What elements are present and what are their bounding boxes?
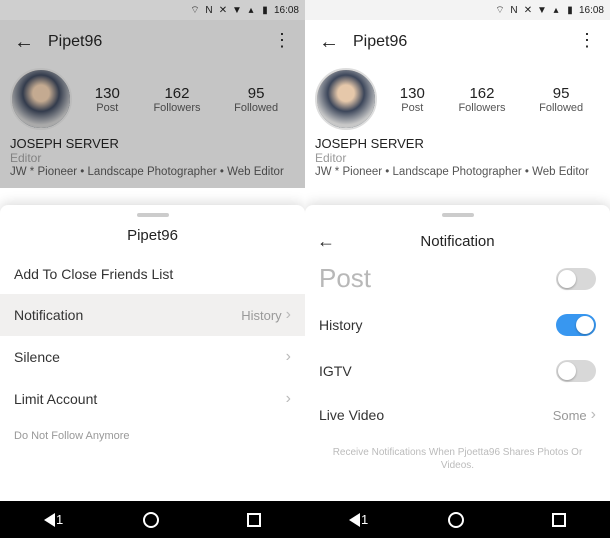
bio-text: JW * Pioneer • Landscape Photographer • … xyxy=(10,165,295,180)
row-silence[interactable]: Silence › xyxy=(0,336,305,378)
sheet-title: Pipet96 xyxy=(0,223,305,254)
avatar[interactable] xyxy=(315,68,377,130)
chevron-right-icon: › xyxy=(286,348,291,366)
bio: JOSEPH SERVER Editor JW * Pioneer • Land… xyxy=(0,136,305,188)
row-history[interactable]: History xyxy=(305,302,610,348)
sheet-handle[interactable] xyxy=(137,213,169,217)
battery-icon: ▮ xyxy=(260,5,270,15)
toggle-igtv[interactable] xyxy=(556,360,596,382)
toggle-post[interactable] xyxy=(556,268,596,290)
back-icon[interactable]: ← xyxy=(315,27,343,58)
nav-home-button[interactable] xyxy=(448,512,464,528)
row-post-label: Post xyxy=(319,263,371,294)
chevron-right-icon: › xyxy=(286,306,291,324)
wifi-icon: ▼ xyxy=(232,5,242,15)
signal-icon: ▴ xyxy=(551,5,561,15)
toggle-history[interactable] xyxy=(556,314,596,336)
sheet-back-icon[interactable]: ← xyxy=(317,231,335,252)
chevron-right-icon: › xyxy=(591,406,596,424)
mute-icon: ✕ xyxy=(218,5,228,15)
display-name: JOSEPH SERVER xyxy=(10,136,295,151)
avatar[interactable] xyxy=(10,68,72,130)
signal-icon: ▴ xyxy=(246,5,256,15)
header-username: Pipet96 xyxy=(48,33,102,51)
status-bar: ⌔ N ✕ ▼ ▴ ▮ 16:08 xyxy=(305,0,610,20)
row-igtv[interactable]: IGTV xyxy=(305,348,610,394)
battery-icon: ▮ xyxy=(565,5,575,15)
wifi-icon: ▼ xyxy=(537,5,547,15)
stat-following[interactable]: 95 Followed xyxy=(539,85,583,114)
notification-sheet: ← Notification Post History IGTV Live Vi… xyxy=(305,205,610,501)
sheet-title: Notification xyxy=(420,233,494,250)
nav-recents-button[interactable] xyxy=(247,513,261,527)
stat-followers[interactable]: 162 Followers xyxy=(153,85,200,114)
row-limit-account[interactable]: Limit Account › xyxy=(0,378,305,420)
mute-icon: ✕ xyxy=(523,5,533,15)
clock: 16:08 xyxy=(579,5,604,16)
nav-home-button[interactable] xyxy=(143,512,159,528)
header-username: Pipet96 xyxy=(353,33,407,51)
back-icon[interactable]: ← xyxy=(10,27,38,58)
row-close-friends[interactable]: Add To Close Friends List xyxy=(0,254,305,294)
kebab-menu-icon[interactable]: ⋮ xyxy=(578,30,596,51)
sheet-footer-note: Receive Notifications When Pjoetta96 Sha… xyxy=(305,436,610,486)
role-label: Editor xyxy=(315,151,600,165)
kebab-menu-icon[interactable]: ⋮ xyxy=(273,30,291,51)
status-bar: ⌔ N ✕ ▼ ▴ ▮ 16:08 xyxy=(0,0,305,20)
stat-followers[interactable]: 162 Followers xyxy=(458,85,505,114)
sheet-handle[interactable] xyxy=(442,213,474,217)
role-label: Editor xyxy=(10,151,295,165)
chevron-right-icon: › xyxy=(286,390,291,408)
nav-back-button[interactable]: 1 xyxy=(349,513,360,527)
bio: JOSEPH SERVER Editor JW * Pioneer • Land… xyxy=(305,136,610,188)
title-bar: ← Pipet96 ⋮ xyxy=(305,20,610,64)
row-notification[interactable]: Notification History› xyxy=(0,294,305,336)
row-live-video[interactable]: Live Video Some› xyxy=(305,394,610,436)
stat-posts[interactable]: 130 Post xyxy=(95,85,120,114)
nfc-icon: N xyxy=(509,5,519,15)
clock: 16:08 xyxy=(274,5,299,16)
stat-posts[interactable]: 130 Post xyxy=(400,85,425,114)
action-sheet: Pipet96 Add To Close Friends List Notifi… xyxy=(0,205,305,501)
bio-text: JW * Pioneer • Landscape Photographer • … xyxy=(315,165,600,180)
nav-back-button[interactable]: 1 xyxy=(44,513,55,527)
display-name: JOSEPH SERVER xyxy=(315,136,600,151)
row-unfollow[interactable]: Do Not Follow Anymore xyxy=(0,420,305,458)
nav-recents-button[interactable] xyxy=(552,513,566,527)
bluetooth-icon: ⌔ xyxy=(495,5,505,15)
title-bar: ← Pipet96 ⋮ xyxy=(0,20,305,64)
android-nav-bar: 1 1 xyxy=(0,501,610,538)
bluetooth-icon: ⌔ xyxy=(190,5,200,15)
stat-following[interactable]: 95 Followed xyxy=(234,85,278,114)
nfc-icon: N xyxy=(204,5,214,15)
